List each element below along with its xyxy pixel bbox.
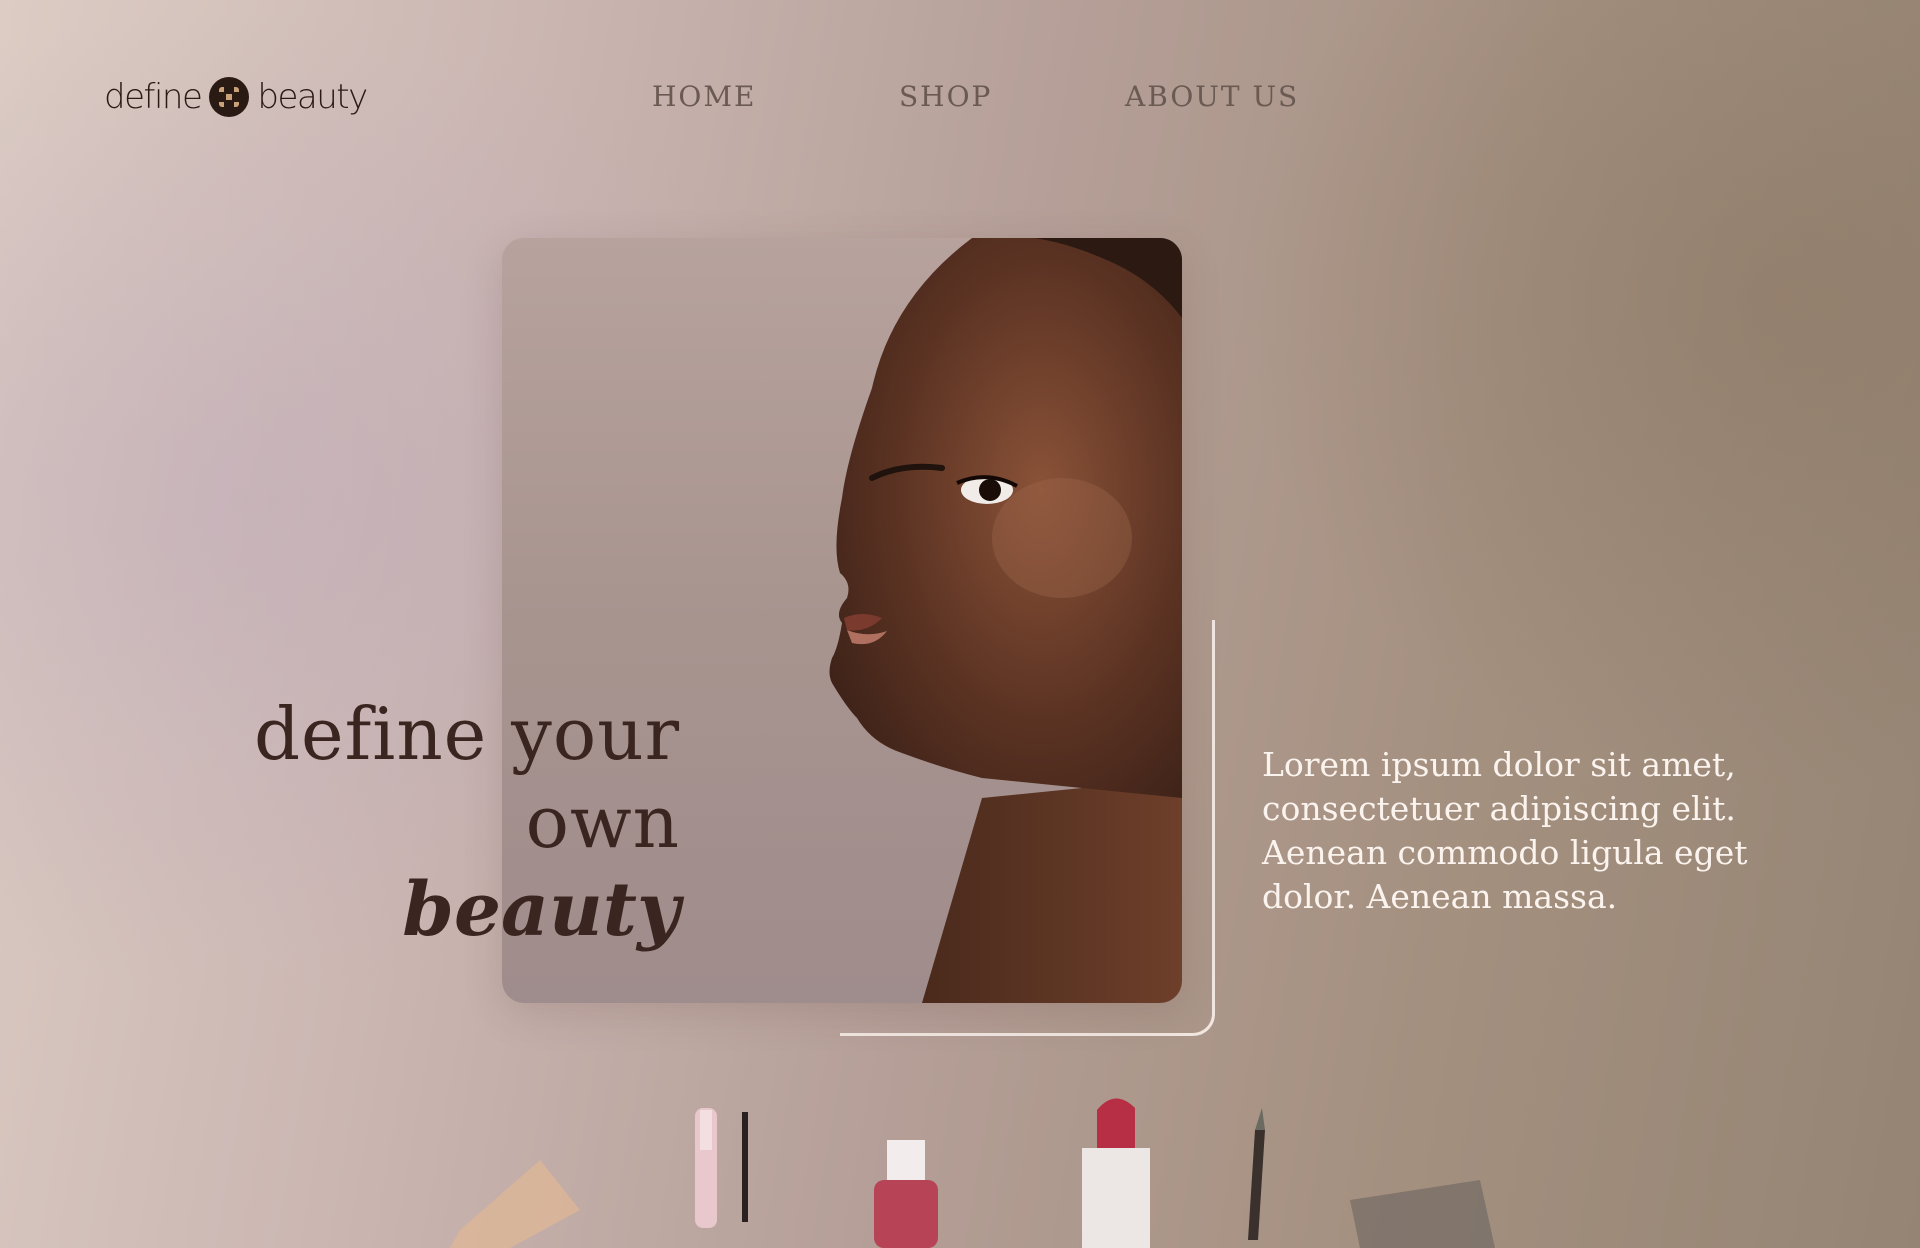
cosmetic-products-strip <box>450 1098 1495 1248</box>
headline-line-2: beauty <box>402 867 680 953</box>
mascara-tube-icon <box>695 1108 717 1228</box>
eyeliner-pencil-icon <box>1248 1108 1265 1240</box>
nav-shop[interactable]: SHOP <box>899 80 992 113</box>
brand-logo[interactable]: define beauty <box>104 72 368 122</box>
nail-polish-icon <box>874 1140 938 1248</box>
lipstick-icon <box>1082 1098 1150 1248</box>
nav-about-us[interactable]: ABOUT US <box>1125 80 1299 113</box>
compact-powder-icon <box>450 1160 580 1248</box>
hero-headline: define your own beauty <box>100 690 680 954</box>
palette-case-icon <box>1350 1180 1495 1248</box>
mascara-brush-icon <box>742 1112 748 1222</box>
nav-home[interactable]: HOME <box>652 80 756 113</box>
headline-line-1: define your own <box>253 692 680 864</box>
hero-description: Lorem ipsum dolor sit amet, consectetuer… <box>1262 745 1748 916</box>
logo-word-beauty: beauty <box>257 77 368 117</box>
logo-emblem-icon <box>209 77 250 117</box>
logo-word-define: define <box>104 77 203 117</box>
